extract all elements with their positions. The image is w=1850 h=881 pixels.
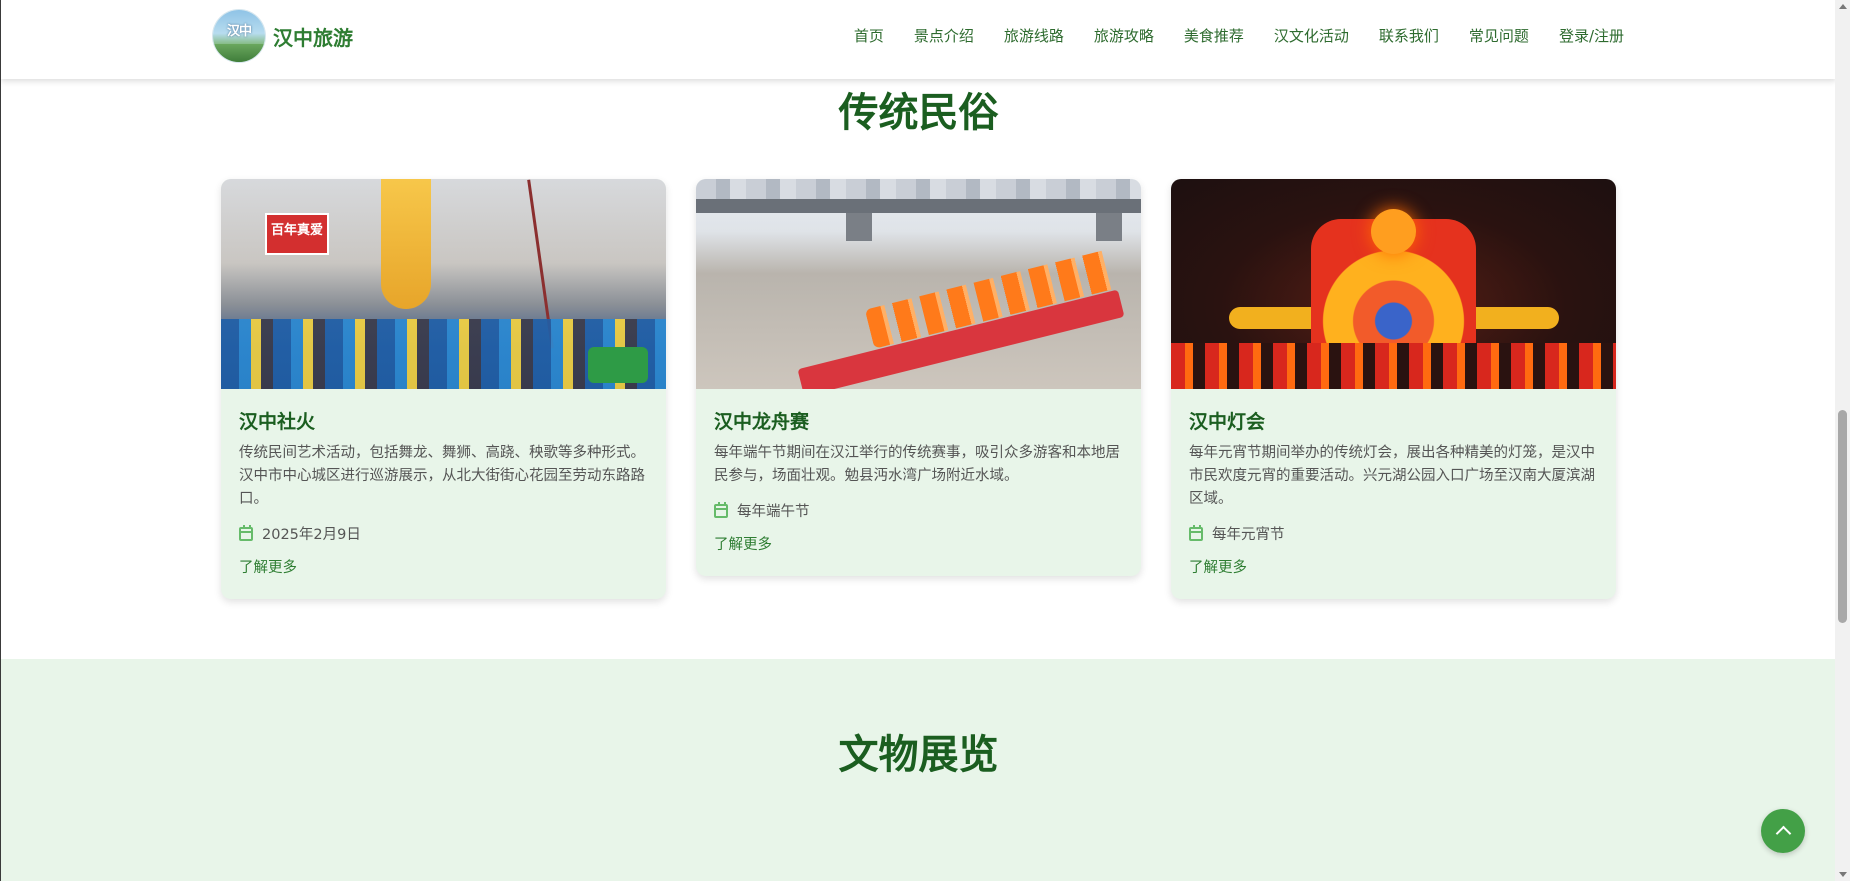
learn-more-link[interactable]: 了解更多 (1189, 556, 1598, 577)
nav-han-culture[interactable]: 汉文化活动 (1259, 25, 1364, 46)
page-scrollbar[interactable] (1835, 0, 1850, 881)
card-description: 每年元宵节期间举办的传统灯会，展出各种精美的灯笼，是汉中市民欢度元宵的重要活动。… (1189, 445, 1595, 507)
card-date-text: 每年元宵节 (1212, 527, 1285, 543)
card-image-shehuo: 百年真爱 (221, 179, 666, 389)
site-header: 汉中 汉中旅游 首页 景点介绍 旅游线路 旅游攻略 美食推荐 汉文化活动 联系我… (1, 0, 1835, 79)
image-sign-text: 百年真爱 (270, 223, 323, 238)
card-date-text: 每年端午节 (737, 504, 810, 520)
back-to-top-button[interactable] (1761, 809, 1805, 853)
card-date: 2025年2月9日 (239, 523, 648, 544)
learn-more-link[interactable]: 了解更多 (714, 533, 1123, 554)
calendar-icon (239, 524, 253, 541)
site-name: 汉中旅游 (273, 25, 353, 50)
card-lantern: 汉中灯会 每年元宵节期间举办的传统灯会，展出各种精美的灯笼，是汉中市民欢度元宵的… (1171, 179, 1616, 599)
card-title: 汉中灯会 (1189, 411, 1266, 433)
main-nav: 首页 景点介绍 旅游线路 旅游攻略 美食推荐 汉文化活动 联系我们 常见问题 登… (839, 25, 1624, 46)
scroll-up-icon[interactable] (1839, 4, 1847, 9)
card-body: 汉中灯会 每年元宵节期间举办的传统灯会，展出各种精美的灯笼，是汉中市民欢度元宵的… (1171, 389, 1616, 599)
nav-contact[interactable]: 联系我们 (1364, 25, 1454, 46)
nav-attractions[interactable]: 景点介绍 (899, 25, 989, 46)
page-viewport: 汉中 汉中旅游 首页 景点介绍 旅游线路 旅游攻略 美食推荐 汉文化活动 联系我… (0, 0, 1835, 881)
card-body: 汉中社火 传统民间艺术活动，包括舞龙、舞狮、高跷、秧歌等多种形式。汉中市中心城区… (221, 389, 666, 599)
nav-login[interactable]: 登录/注册 (1544, 25, 1624, 46)
card-title: 汉中龙舟赛 (714, 411, 810, 433)
card-date-text: 2025年2月9日 (262, 527, 361, 543)
card-body: 汉中龙舟赛 每年端午节期间在汉江举行的传统赛事，吸引众多游客和本地居民参与，场面… (696, 389, 1141, 576)
logo-image: 汉中 (213, 10, 265, 62)
site-logo[interactable]: 汉中 汉中旅游 (213, 10, 353, 62)
card-title: 汉中社火 (239, 411, 316, 433)
nav-food[interactable]: 美食推荐 (1169, 25, 1259, 46)
calendar-icon (714, 501, 728, 518)
card-date: 每年端午节 (714, 500, 1123, 521)
nav-faq[interactable]: 常见问题 (1454, 25, 1544, 46)
card-shehuo: 百年真爱 汉中社火 传统民间艺术活动，包括舞龙、舞狮、高跷、秧歌等多种形式。汉中… (221, 179, 666, 599)
nav-home[interactable]: 首页 (839, 25, 899, 46)
calendar-icon (1189, 524, 1203, 541)
nav-guides[interactable]: 旅游攻略 (1079, 25, 1169, 46)
nav-routes[interactable]: 旅游线路 (989, 25, 1079, 46)
scroll-down-icon[interactable] (1839, 872, 1847, 877)
section-title-relics: 文物展览 (838, 732, 999, 778)
card-date: 每年元宵节 (1189, 523, 1598, 544)
scrollbar-thumb[interactable] (1838, 410, 1847, 623)
logo-glyph: 汉中 (226, 24, 252, 39)
learn-more-link[interactable]: 了解更多 (239, 556, 648, 577)
section-title-folk: 传统民俗 (838, 90, 999, 136)
card-image-dragon-boat (696, 179, 1141, 389)
card-image-lantern (1171, 179, 1616, 389)
card-description: 传统民间艺术活动，包括舞龙、舞狮、高跷、秧歌等多种形式。汉中市中心城区进行巡游展… (239, 445, 645, 507)
card-description: 每年端午节期间在汉江举行的传统赛事，吸引众多游客和本地居民参与，场面壮观。勉县沔… (714, 445, 1120, 484)
card-dragon-boat: 汉中龙舟赛 每年端午节期间在汉江举行的传统赛事，吸引众多游客和本地居民参与，场面… (696, 179, 1141, 576)
